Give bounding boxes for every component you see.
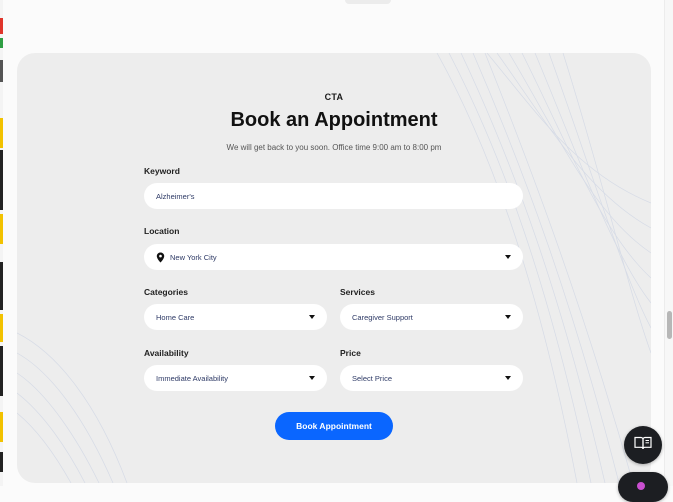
left-edge-thumbnails [0, 0, 3, 486]
page-scrollbar[interactable] [664, 0, 673, 486]
chat-icon [637, 482, 645, 490]
page-title: Book an Appointment [230, 109, 438, 131]
chevron-down-icon [505, 376, 511, 380]
chat-widget-button[interactable] [618, 472, 668, 502]
availability-label: Availability [144, 348, 189, 358]
categories-value: Home Care [156, 312, 195, 322]
price-label: Price [340, 348, 361, 358]
services-select[interactable]: Caregiver Support [340, 304, 523, 330]
book-open-icon [634, 436, 652, 455]
section-eyebrow: CTA [324, 92, 344, 102]
office-hours-subtitle: We will get back to you soon. Office tim… [226, 143, 442, 152]
price-value: Select Price [352, 373, 393, 383]
location-select[interactable]: New York City [144, 244, 523, 270]
services-value: Caregiver Support [352, 312, 413, 322]
scrollbar-thumb[interactable] [667, 311, 672, 339]
categories-label: Categories [144, 287, 188, 297]
location-value: New York City [170, 252, 217, 262]
chevron-down-icon [309, 315, 315, 319]
chevron-down-icon [505, 255, 511, 259]
reader-mode-button[interactable] [624, 426, 662, 464]
top-decoration [345, 0, 391, 4]
keyword-value: Alzheimer's [156, 191, 195, 201]
appointment-card: CTA Book an Appointment We will get back… [17, 53, 651, 483]
services-label: Services [340, 287, 375, 297]
chevron-down-icon [309, 376, 315, 380]
keyword-label: Keyword [144, 166, 180, 176]
keyword-input[interactable]: Alzheimer's [144, 183, 523, 209]
availability-value: Immediate Availability [156, 373, 228, 383]
chevron-down-icon [505, 315, 511, 319]
location-label: Location [144, 226, 180, 236]
categories-select[interactable]: Home Care [144, 304, 327, 330]
availability-select[interactable]: Immediate Availability [144, 365, 327, 391]
book-appointment-button[interactable]: Book Appointment [275, 412, 393, 440]
price-select[interactable]: Select Price [340, 365, 523, 391]
map-pin-icon [156, 252, 165, 263]
